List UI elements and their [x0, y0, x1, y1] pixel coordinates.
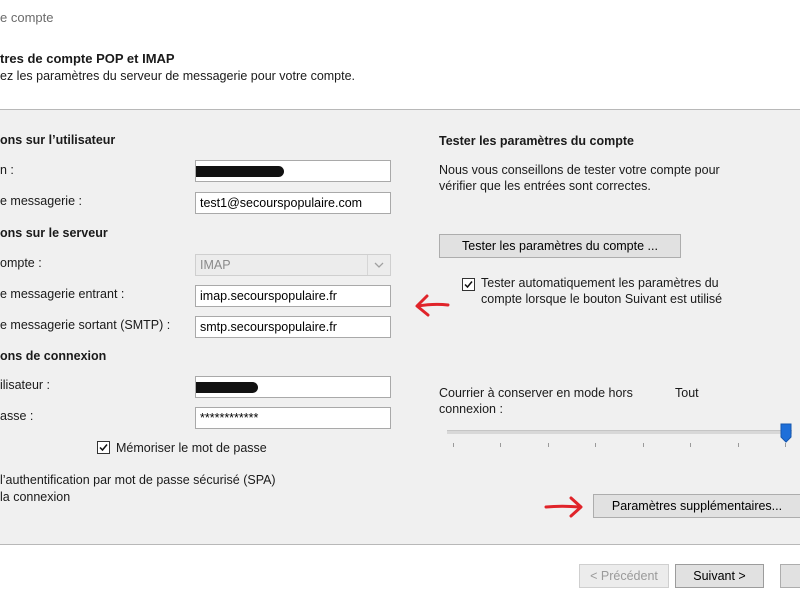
- remember-password-label: Mémoriser le mot de passe: [116, 441, 267, 455]
- test-settings-desc-line1: Nous vous conseillons de tester votre co…: [439, 163, 720, 177]
- incoming-server-input[interactable]: imap.secourspopulaire.fr: [195, 285, 391, 307]
- slider-tick: [785, 443, 786, 447]
- annotation-arrow-icon: [415, 294, 450, 317]
- previous-button[interactable]: < Précédent: [579, 564, 669, 588]
- cancel-button[interactable]: [780, 564, 800, 588]
- email-label: e messagerie :: [0, 194, 82, 208]
- auto-test-label-line1: Tester automatiquement les paramètres du: [481, 276, 719, 290]
- test-account-settings-button[interactable]: Tester les paramètres du compte ...: [439, 234, 681, 258]
- outgoing-server-input[interactable]: smtp.secourspopulaire.fr: [195, 316, 391, 338]
- username-label: ilisateur :: [0, 378, 51, 392]
- slider-tick: [643, 443, 644, 447]
- password-input[interactable]: ************: [195, 407, 391, 429]
- account-type-value: IMAP: [200, 258, 231, 272]
- redaction-scribble: [196, 382, 258, 393]
- slider-tick: [548, 443, 549, 447]
- password-label: asse :: [0, 409, 34, 423]
- offline-slider-thumb[interactable]: [780, 423, 792, 443]
- slider-tick: [500, 443, 501, 447]
- name-label: n :: [0, 163, 14, 177]
- slider-tick: [453, 443, 454, 447]
- spa-label-line1: l’authentification par mot de passe sécu…: [0, 473, 276, 487]
- window-title: e compte: [0, 10, 54, 25]
- test-settings-desc-line2: vérifier que les entrées sont correctes.: [439, 179, 651, 193]
- chevron-down-icon: [367, 255, 390, 275]
- auto-test-label-line2: compte lorsque le bouton Suivant est uti…: [481, 292, 723, 306]
- spa-label-line2: la connexion: [0, 490, 71, 504]
- offline-mail-value: Tout: [675, 386, 699, 400]
- next-button[interactable]: Suivant >: [675, 564, 764, 588]
- account-type-label: ompte :: [0, 256, 42, 270]
- username-input[interactable]: [195, 376, 391, 398]
- offline-slider-track[interactable]: [447, 430, 792, 434]
- server-info-section-title: ons sur le serveur: [0, 226, 108, 240]
- remember-password-checkbox[interactable]: [97, 441, 110, 454]
- account-type-select[interactable]: IMAP: [195, 254, 391, 276]
- incoming-server-label: e messagerie entrant :: [0, 287, 125, 301]
- email-input[interactable]: test1@secourspopulaire.com: [195, 192, 391, 214]
- page-subtitle: ez les paramètres du serveur de messager…: [0, 69, 356, 83]
- test-settings-section-title: Tester les paramètres du compte: [439, 134, 634, 148]
- slider-tick: [690, 443, 691, 447]
- footer-divider: [0, 544, 800, 545]
- slider-tick: [595, 443, 596, 447]
- slider-tick: [738, 443, 739, 447]
- offline-mail-label-line2: connexion :: [439, 402, 503, 416]
- checkmark-icon: [464, 281, 473, 289]
- checkmark-icon: [99, 444, 108, 452]
- name-input[interactable]: [195, 160, 391, 182]
- annotation-arrow-icon: [544, 496, 583, 518]
- login-info-section-title: ons de connexion: [0, 349, 107, 363]
- offline-mail-label-line1: Courrier à conserver en mode hors: [439, 386, 633, 400]
- auto-test-checkbox[interactable]: [462, 278, 475, 291]
- more-settings-button[interactable]: Paramètres supplémentaires...: [593, 494, 800, 518]
- page-title: tres de compte POP et IMAP: [0, 51, 175, 66]
- redaction-scribble: [196, 166, 284, 177]
- outgoing-server-label: e messagerie sortant (SMTP) :: [0, 318, 171, 332]
- user-info-section-title: ons sur l’utilisateur: [0, 133, 116, 147]
